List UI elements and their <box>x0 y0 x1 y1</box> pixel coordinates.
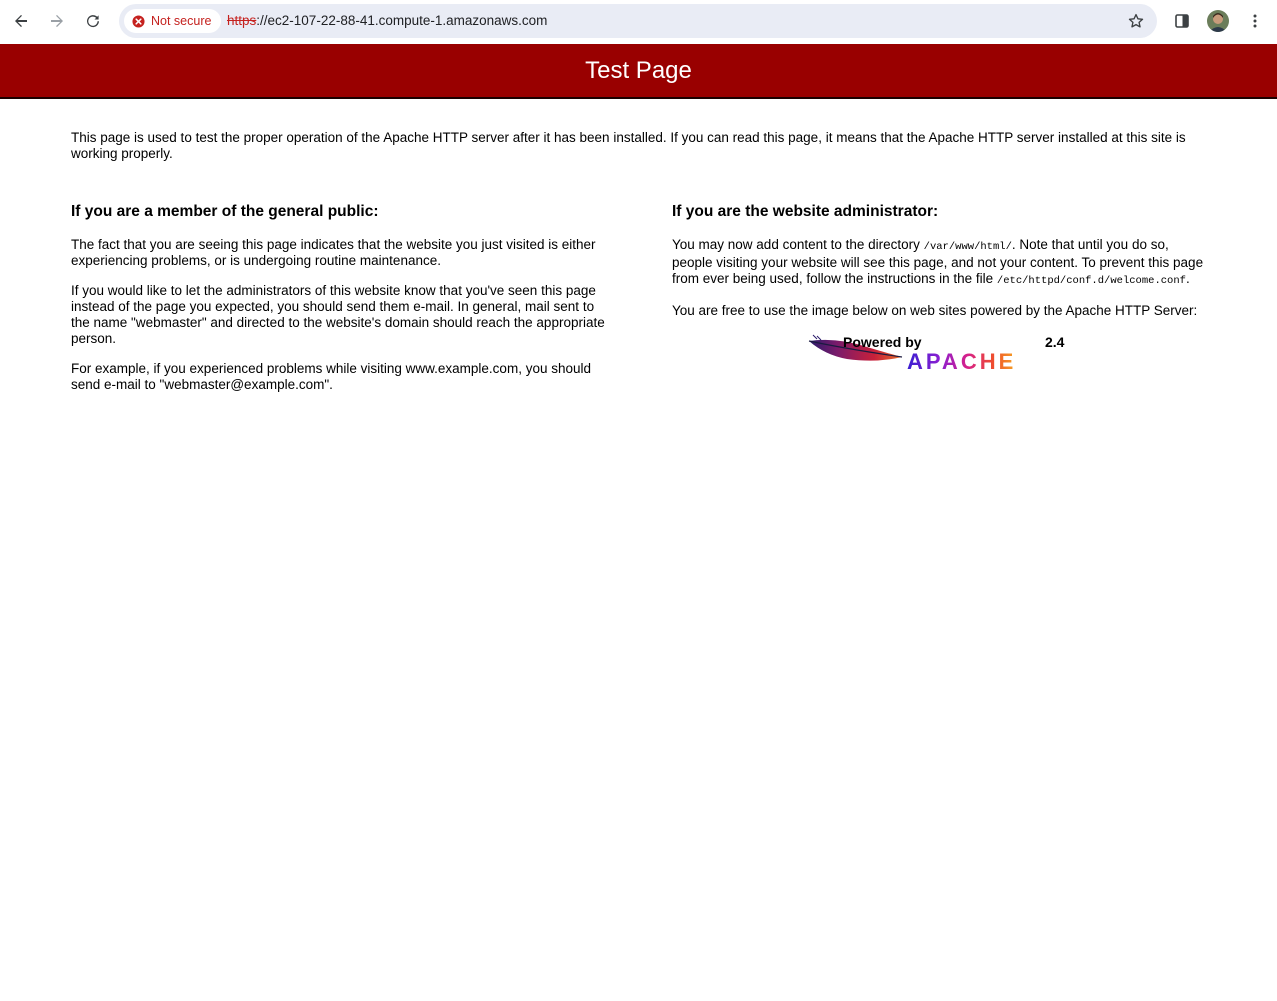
general-public-section: If you are a member of the general publi… <box>71 202 606 407</box>
admin-text-c: . <box>1185 271 1190 286</box>
security-label: Not secure <box>151 14 212 28</box>
profile-picture-icon <box>1207 10 1229 32</box>
browser-toolbar: Not secure https://ec2-107-22-88-41.comp… <box>0 0 1277 42</box>
admin-text-a: You may now add content to the directory <box>672 237 924 252</box>
forward-icon <box>51 15 63 27</box>
administrator-paragraph-1: You may now add content to the directory… <box>672 237 1212 289</box>
general-public-paragraph-1: The fact that you are seeing this page i… <box>71 237 596 268</box>
config-file-path: /etc/httpd/conf.d/welcome.conf <box>996 275 1186 287</box>
directory-path: /var/www/html/ <box>923 241 1012 253</box>
menu-button[interactable] <box>1240 6 1270 36</box>
url-text[interactable]: https://ec2-107-22-88-41.compute-1.amazo… <box>227 4 547 38</box>
bookmark-button[interactable] <box>1121 6 1151 36</box>
avatar[interactable] <box>1207 10 1229 32</box>
administrator-heading: If you are the website administrator: <box>672 203 939 220</box>
powered-by-text: Powered by <box>843 334 922 350</box>
powered-by-apache-logo: Powered by 2.4 APACHE <box>808 334 1065 373</box>
star-icon <box>1128 13 1144 28</box>
apache-name-text: APACHE <box>907 349 1016 373</box>
title-banner: Test Page <box>0 44 1277 99</box>
general-public-paragraph-3: For example, if you experienced problems… <box>71 361 591 392</box>
forward-button[interactable] <box>42 6 72 36</box>
intro-text: This page is used to test the proper ope… <box>71 130 1186 161</box>
side-panel-button[interactable] <box>1167 6 1197 36</box>
error-icon <box>132 14 145 28</box>
url-scheme: https <box>227 13 257 28</box>
reload-button[interactable] <box>78 6 108 36</box>
general-public-heading: If you are a member of the general publi… <box>71 203 379 220</box>
more-vert-icon <box>1253 14 1257 28</box>
administrator-section: If you are the website administrator: Yo… <box>672 202 1212 373</box>
url-host: ://ec2-107-22-88-41.compute-1.amazonaws.… <box>256 13 548 28</box>
administrator-paragraph-2: You are free to use the image below on w… <box>672 303 1198 318</box>
page-content: Test Page This page is used to test the … <box>0 44 1277 1001</box>
apache-version-text: 2.4 <box>1045 334 1065 350</box>
address-bar[interactable]: Not secure https://ec2-107-22-88-41.comp… <box>119 4 1157 38</box>
back-icon <box>15 15 27 27</box>
security-chip[interactable]: Not secure <box>124 9 222 33</box>
side-panel-icon <box>1175 14 1189 28</box>
page-title: Test Page <box>585 56 692 84</box>
back-button[interactable] <box>6 6 36 36</box>
general-public-paragraph-2: If you would like to let the administrat… <box>71 283 605 346</box>
reload-icon <box>87 15 99 28</box>
